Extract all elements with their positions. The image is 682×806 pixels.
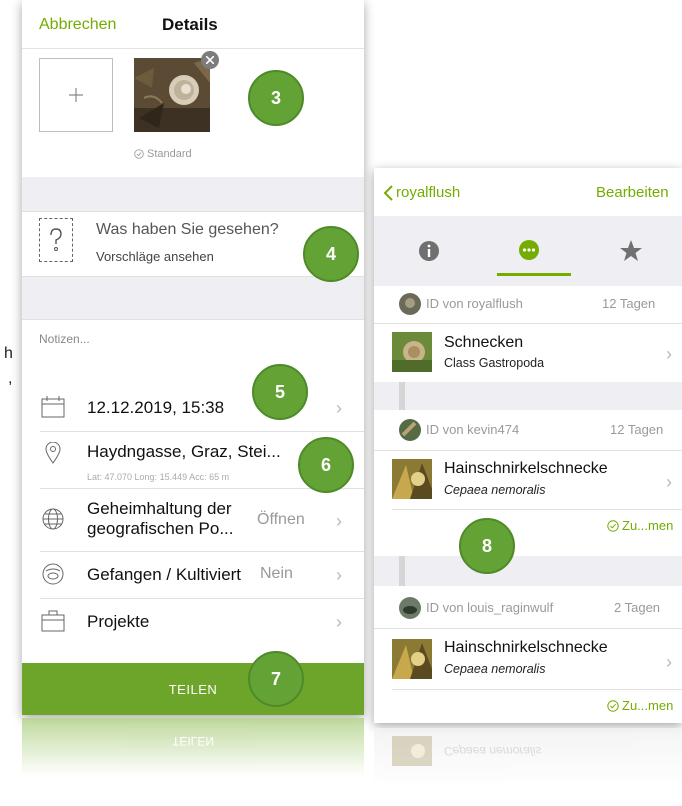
question-icon — [50, 228, 62, 251]
star-icon[interactable] — [619, 239, 643, 263]
taxon-name[interactable]: Hainschnirkelschnecke — [444, 460, 608, 478]
info-icon[interactable] — [418, 240, 440, 262]
back-label: royalflush — [396, 184, 461, 201]
agree-label: Zu...men — [622, 698, 674, 713]
standard-label: Standard — [147, 148, 192, 160]
add-photo-button[interactable] — [39, 58, 113, 132]
captive-icon — [42, 563, 64, 585]
agree-button[interactable]: Zu...men — [607, 698, 673, 713]
avatar — [399, 293, 421, 315]
projects-label: Projekte — [87, 612, 150, 631]
close-icon — [206, 56, 214, 64]
identification-card: ID von louis_raginwulf 2 Tagen Hainschni… — [374, 586, 682, 723]
taxon-name[interactable]: Schnecken — [444, 334, 523, 352]
location-pin-icon — [45, 442, 61, 464]
captive-value: Nein — [260, 565, 293, 582]
chevron-left-icon — [384, 184, 393, 201]
taxon-photo — [392, 332, 432, 372]
reflection-text: Cepaea nemoralis — [444, 744, 542, 758]
annotation-marker-6: 6 — [298, 437, 354, 493]
separator — [374, 382, 682, 410]
taxon-photo — [392, 639, 432, 679]
annotation-marker-8: 8 — [459, 518, 515, 574]
edit-button[interactable]: Bearbeiten — [596, 184, 669, 201]
identifier-text[interactable]: ID von royalflush — [426, 296, 523, 311]
remove-photo-button[interactable] — [201, 51, 219, 69]
taxon-scientific-name: Cepaea nemoralis — [444, 662, 546, 676]
check-circle-icon — [607, 519, 619, 532]
taxon-scientific-name: Cepaea nemoralis — [444, 483, 546, 497]
identification-age: 2 Tagen — [614, 600, 661, 615]
species-input[interactable]: Was haben Sie gesehen? — [96, 221, 279, 239]
details-nav-bar: Abbrechen Details — [22, 0, 364, 49]
geoprivacy-label: Geheimhaltung der geografischen Po... — [87, 499, 234, 538]
chat-icon[interactable] — [517, 239, 541, 263]
page-title: Details — [162, 15, 218, 34]
agree-button[interactable]: Zu...men — [607, 518, 673, 533]
suggestions-link[interactable]: Vorschläge ansehen — [96, 249, 214, 264]
species-placeholder[interactable] — [39, 218, 73, 262]
identification-card: ID von royalflush 12 Tagen Schnecken Cla… — [374, 286, 682, 382]
share-label: TEILEN — [168, 681, 218, 697]
section-separator — [22, 177, 364, 211]
notes-field[interactable]: Notizen... — [39, 332, 90, 346]
share-button[interactable]: TEILEN — [22, 663, 364, 715]
date-value: 12.12.2019, 15:38 — [87, 398, 225, 417]
taxon-name[interactable]: Hainschnirkelschnecke — [444, 639, 608, 657]
observation-photo[interactable] — [134, 58, 210, 132]
tab-bar — [374, 216, 682, 286]
calendar-icon — [41, 396, 65, 418]
chevron-right-icon: › — [336, 612, 342, 632]
briefcase-icon — [41, 610, 65, 632]
captive-row[interactable]: Gefangen / Kultiviert Nein › — [22, 552, 364, 598]
captive-label: Gefangen / Kultiviert — [87, 565, 242, 584]
taxon-photo — [392, 459, 432, 499]
check-circle-icon — [607, 699, 619, 712]
agree-label: Zu...men — [622, 518, 674, 533]
tab-active-indicator — [497, 273, 571, 276]
annotation-marker-4: 4 — [303, 226, 359, 282]
side-text-fragment-2: , — [8, 370, 13, 387]
annotation-marker-7: 7 — [248, 651, 304, 707]
location-value: Haydngasse, Graz, Stei... — [87, 442, 281, 461]
globe-icon — [42, 508, 64, 530]
section-separator-2 — [22, 277, 364, 319]
geoprivacy-row[interactable]: Geheimhaltung der geografischen Po... Öf… — [22, 489, 364, 551]
reflection-text: TEILEN — [171, 734, 214, 748]
location-coordinates: Lat: 47.070 Long: 15.449 Acc: 65 m — [87, 472, 230, 482]
chevron-right-icon: › — [336, 511, 342, 531]
identification-age: 12 Tagen — [602, 296, 656, 311]
identification-card: ID von kevin474 12 Tagen Hainschnirkelsc… — [374, 410, 682, 556]
avatar — [399, 597, 421, 619]
standard-photo-label: Standard — [134, 148, 192, 160]
annotation-marker-5: 5 — [252, 364, 308, 420]
date-row[interactable]: 12.12.2019, 15:38 › — [22, 384, 364, 432]
identifier-text[interactable]: ID von louis_raginwulf — [426, 600, 553, 615]
side-text-fragment: h — [4, 345, 13, 362]
taxon-rank: Class Gastropoda — [444, 356, 545, 370]
identifier-text[interactable]: ID von kevin474 — [426, 422, 519, 437]
observation-activity-screen: royalflush Bearbeiten ID von royalflush … — [374, 168, 682, 723]
share-button-reflection: TEILEN — [22, 718, 364, 776]
annotation-marker-3: 3 — [248, 70, 304, 126]
snail-photo-image — [134, 58, 210, 132]
chevron-right-icon: › — [666, 472, 672, 492]
reflection-taxon-photo — [392, 736, 432, 766]
check-circle-icon — [134, 149, 144, 159]
chevron-right-icon: › — [336, 398, 342, 418]
chevron-right-icon: › — [666, 344, 672, 364]
chevron-right-icon: › — [666, 652, 672, 672]
chevron-right-icon: › — [336, 565, 342, 585]
geoprivacy-value: Öffnen — [257, 511, 305, 528]
cancel-button[interactable]: Abbrechen — [39, 16, 116, 34]
right-phone-reflection: Cepaea nemoralis — [374, 728, 682, 788]
separator — [374, 556, 682, 586]
avatar — [399, 419, 421, 441]
back-button[interactable]: royalflush — [384, 184, 460, 201]
plus-icon — [69, 88, 83, 102]
observation-details-screen: Abbrechen Details Standard Was haben Sie… — [22, 0, 364, 715]
activity-nav-bar: royalflush Bearbeiten — [374, 168, 682, 216]
projects-row[interactable]: Projekte › — [22, 599, 364, 645]
identification-age: 12 Tagen — [610, 422, 664, 437]
